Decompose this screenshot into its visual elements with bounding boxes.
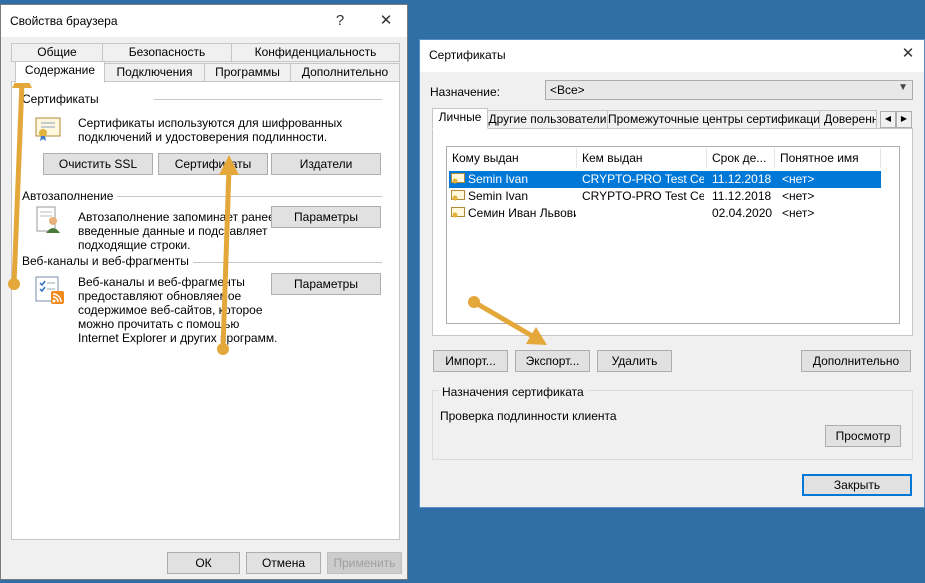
title-bar: Свойства браузера ? ✕ bbox=[1, 5, 407, 37]
tab-personal[interactable]: Личные bbox=[432, 108, 488, 129]
certs-heading: Сертификаты bbox=[22, 92, 103, 106]
certs-group-line bbox=[154, 99, 382, 100]
cert-purposes-heading: Назначения сертификата bbox=[439, 385, 587, 399]
personal-tab-panel: Кому выдан Кем выдан Срок де... Понятное… bbox=[432, 128, 913, 336]
help-button[interactable]: ? bbox=[328, 9, 352, 33]
table-row[interactable]: Semin Ivan CRYPTO-PRO Test Ce... 11.12.2… bbox=[449, 188, 881, 205]
cell-issued-to: Семин Иван Львович bbox=[468, 206, 576, 220]
feeds-desc-line-2: предоставляют обновляемое bbox=[78, 289, 242, 303]
tab-programs[interactable]: Программы bbox=[204, 63, 291, 82]
ok-button[interactable]: ОК bbox=[167, 552, 240, 574]
table-row[interactable]: Semin Ivan CRYPTO-PRO Test Ce... 11.12.2… bbox=[449, 171, 881, 188]
cert-purposes-group: Назначения сертификата Проверка подлинно… bbox=[432, 385, 913, 460]
autofill-desc-line-2: введенные данные и подставляет bbox=[78, 224, 268, 238]
certs-desc-line-2: подключений и удостоверения подлинности. bbox=[78, 130, 328, 144]
column-expiration[interactable]: Срок де... bbox=[707, 148, 775, 168]
autofill-desc-line-3: подходящие строки. bbox=[78, 238, 191, 252]
certs-desc-line-1: Сертификаты используются для шифрованных bbox=[78, 116, 343, 130]
tab-privacy[interactable]: Конфиденциальность bbox=[231, 43, 400, 62]
cell-friendly-name: <нет> bbox=[782, 172, 815, 186]
certificates-button[interactable]: Сертификаты bbox=[158, 153, 268, 175]
close-button[interactable]: ✕ bbox=[374, 9, 398, 33]
purpose-select-value: <Все> bbox=[550, 83, 585, 97]
certificates-window: Сертификаты ✕ Назначение: <Все> ▼ Личные… bbox=[419, 39, 925, 508]
cell-expiration: 11.12.2018 bbox=[712, 172, 772, 186]
autofill-user-icon bbox=[36, 206, 60, 233]
certs-window-title: Сертификаты bbox=[429, 48, 506, 62]
tab-intermediate-ca[interactable]: Промежуточные центры сертификации bbox=[607, 110, 820, 129]
cell-friendly-name: <нет> bbox=[782, 206, 815, 220]
tab-other-people[interactable]: Другие пользователи bbox=[487, 110, 608, 129]
feeds-desc-line-5: Internet Explorer и других программ. bbox=[78, 331, 278, 345]
certificate-icon bbox=[451, 173, 465, 184]
clear-ssl-button[interactable]: Очистить SSL bbox=[43, 153, 153, 175]
certificate-icon bbox=[451, 190, 465, 201]
purpose-label: Назначение: bbox=[430, 85, 501, 99]
tab-trusted[interactable]: Доверенны bbox=[819, 110, 877, 129]
list-header: Кому выдан Кем выдан Срок де... Понятное… bbox=[447, 148, 899, 168]
feeds-settings-button[interactable]: Параметры bbox=[271, 273, 381, 295]
feeds-desc-line-1: Веб-каналы и веб-фрагменты bbox=[78, 275, 245, 289]
cell-expiration: 11.12.2018 bbox=[712, 189, 772, 203]
tabs-scroll-right-button[interactable]: ▶ bbox=[896, 111, 912, 128]
cell-friendly-name: <нет> bbox=[782, 189, 815, 203]
feeds-heading: Веб-каналы и веб-фрагменты bbox=[22, 254, 193, 268]
cell-issued-by: CRYPTO-PRO Test Ce... bbox=[582, 189, 704, 203]
tab-security[interactable]: Безопасность bbox=[102, 43, 232, 62]
cell-issued-by bbox=[582, 205, 704, 222]
feeds-group-line bbox=[192, 262, 382, 263]
publishers-button[interactable]: Издатели bbox=[271, 153, 381, 175]
delete-button[interactable]: Удалить bbox=[597, 350, 672, 372]
feeds-desc-line-4: можно прочитать с помощью bbox=[78, 317, 240, 331]
browser-properties-window: Свойства браузера ? ✕ Общие Безопасность… bbox=[0, 4, 408, 580]
cell-issued-to: Semin Ivan bbox=[468, 172, 529, 186]
content-tab-panel: Сертификаты Сертификаты используются для… bbox=[11, 81, 400, 540]
advanced-button[interactable]: Дополнительно bbox=[801, 350, 911, 372]
purpose-select[interactable]: <Все> ▼ bbox=[545, 80, 913, 100]
autofill-desc-line-1: Автозаполнение запоминает ранее bbox=[78, 210, 275, 224]
close-button[interactable]: Закрыть bbox=[802, 474, 912, 496]
certificate-icon bbox=[451, 207, 465, 218]
column-issued-by[interactable]: Кем выдан bbox=[577, 148, 707, 168]
export-button[interactable]: Экспорт... bbox=[515, 350, 590, 372]
cell-issued-by: CRYPTO-PRO Test Ce... bbox=[582, 172, 704, 186]
cancel-button[interactable]: Отмена bbox=[246, 552, 321, 574]
column-friendly-name[interactable]: Понятное имя bbox=[775, 148, 881, 168]
tab-general[interactable]: Общие bbox=[11, 43, 103, 62]
window-title: Свойства браузера bbox=[10, 14, 118, 28]
certs-title-bar: Сертификаты ✕ bbox=[420, 40, 924, 72]
feeds-icon bbox=[35, 276, 64, 304]
column-issued-to[interactable]: Кому выдан bbox=[447, 148, 577, 168]
import-button[interactable]: Импорт... bbox=[433, 350, 508, 372]
feeds-desc-line-3: содержимое веб-сайтов, которое bbox=[78, 303, 263, 317]
tab-connections[interactable]: Подключения bbox=[104, 63, 205, 82]
autofill-settings-button[interactable]: Параметры bbox=[271, 206, 381, 228]
cert-purposes-value: Проверка подлинности клиента bbox=[440, 409, 617, 423]
tab-content[interactable]: Содержание bbox=[15, 61, 105, 83]
certs-close-button[interactable]: ✕ bbox=[896, 42, 920, 66]
tabs-scroll-left-button[interactable]: ◀ bbox=[880, 111, 896, 128]
apply-button[interactable]: Применить bbox=[327, 552, 402, 574]
chevron-down-icon: ▼ bbox=[898, 82, 908, 93]
table-row[interactable]: Семин Иван Львович 02.04.2020 <нет> bbox=[449, 205, 881, 222]
cell-expiration: 02.04.2020 bbox=[712, 206, 773, 220]
autofill-heading: Автозаполнение bbox=[22, 189, 118, 203]
view-button[interactable]: Просмотр bbox=[825, 425, 901, 447]
cell-issued-to: Semin Ivan bbox=[468, 189, 529, 203]
tab-advanced[interactable]: Дополнительно bbox=[290, 63, 400, 82]
certificate-list[interactable]: Кому выдан Кем выдан Срок де... Понятное… bbox=[446, 146, 900, 324]
certificate-icon bbox=[35, 117, 61, 141]
